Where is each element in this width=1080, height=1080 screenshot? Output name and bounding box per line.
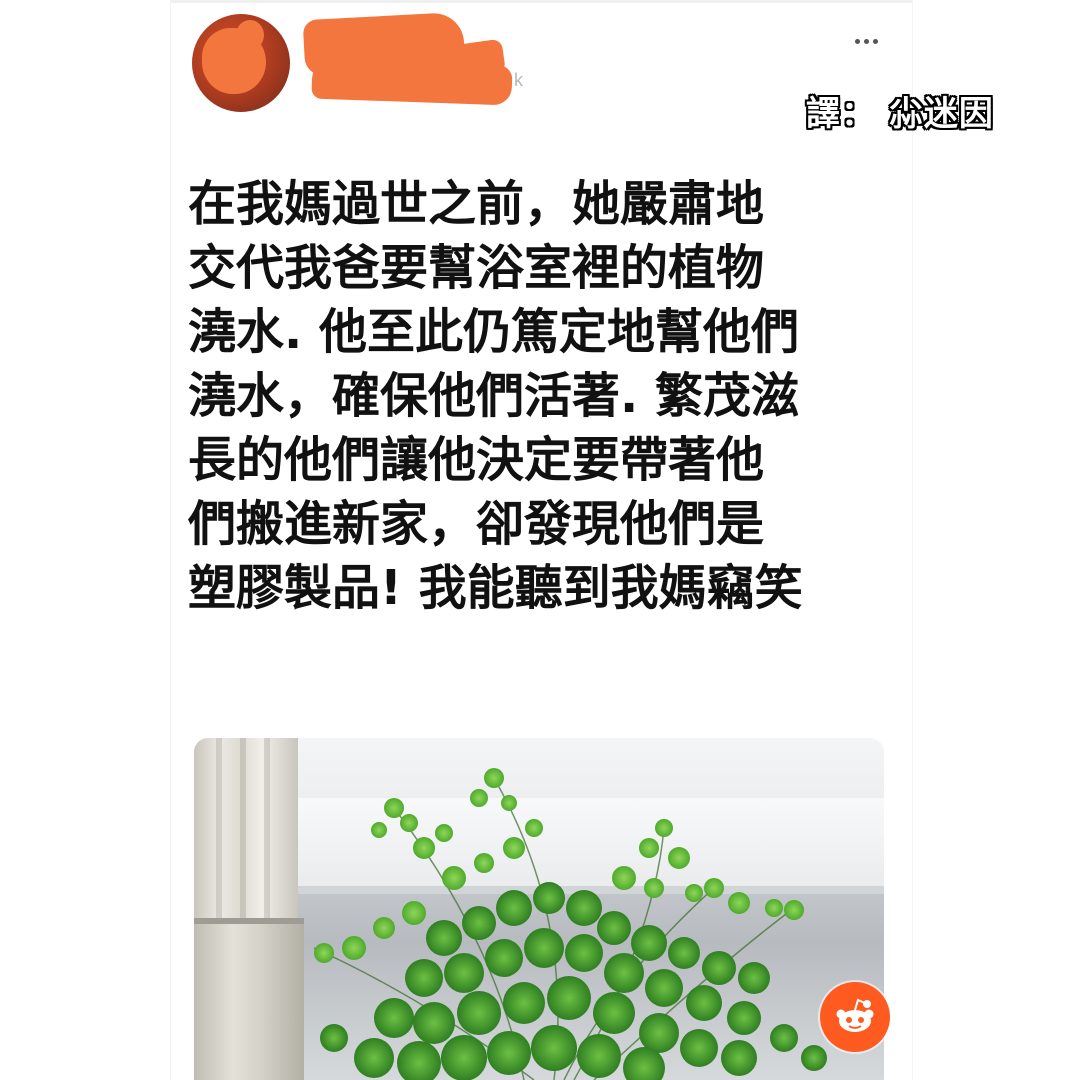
post-text-line: 們搬進新家，卻發現他們是	[188, 496, 765, 552]
card-right-border	[912, 0, 913, 1080]
post-text-line: 交代我爸要幫浴室裡的植物	[188, 240, 765, 296]
fern-foliage	[313, 768, 827, 1080]
more-horizontal-icon	[854, 38, 860, 44]
author-handle-tail: k	[514, 70, 523, 90]
post-text-line: 澆水. 他至此仍篤定地幫他們	[188, 304, 799, 360]
card-left-border	[170, 0, 171, 1080]
post-text-line: 塑膠製品! 我能聽到我媽竊笑	[188, 560, 803, 616]
post-image-fern[interactable]	[194, 738, 884, 1080]
post-body-text: 在我媽過世之前，她嚴肅地 交代我爸要幫浴室裡的植物 澆水. 他至此仍篤定地幫他們…	[188, 172, 878, 620]
author-name-redaction[interactable]	[302, 11, 514, 106]
translation-credit: 譯： 尛迷因	[806, 94, 994, 134]
avatar-redaction-2	[236, 20, 264, 50]
post-card: k 譯： 尛迷因 在我媽過世之前，她嚴肅地 交代我爸要幫浴室裡的植物 澆水. 他…	[0, 0, 1080, 1080]
card-top-border	[170, 0, 912, 3]
post-text-line: 在我媽過世之前，她嚴肅地	[188, 176, 765, 232]
avatar[interactable]	[192, 14, 290, 112]
post-text-line: 澆水，確保他們活著. 繁茂滋	[188, 368, 799, 424]
post-text-line: 長的他們讓他決定要帶著他	[188, 432, 765, 488]
more-options-button[interactable]	[846, 24, 886, 58]
reddit-logo-icon	[820, 982, 890, 1052]
